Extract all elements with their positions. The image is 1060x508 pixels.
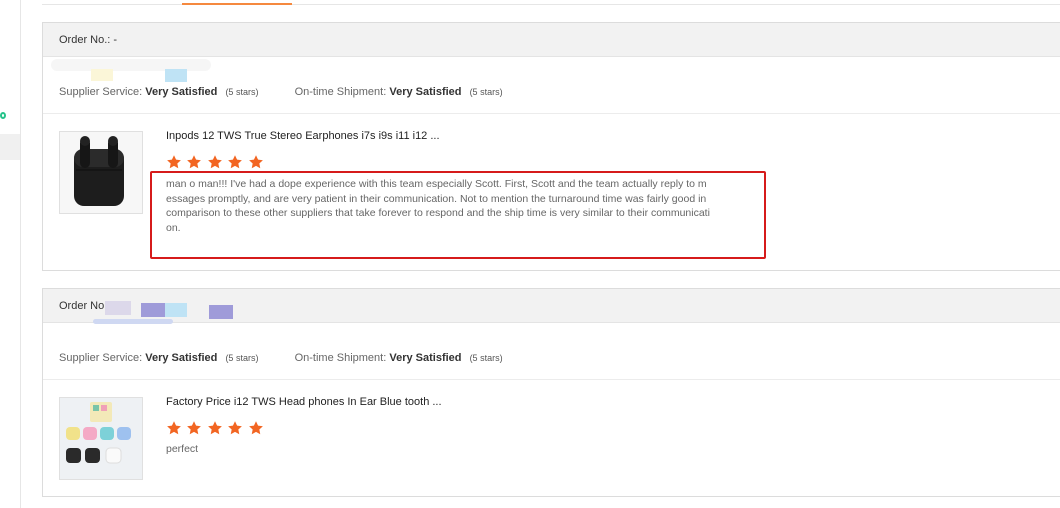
redacted-order-number — [105, 301, 131, 315]
star-icon — [166, 154, 182, 170]
supplier-service-stars: (5 stars) — [225, 353, 259, 363]
redacted-order-number — [93, 319, 173, 324]
supplier-service-label: Supplier Service: — [59, 352, 143, 364]
redacted-order-number — [165, 69, 187, 82]
product-image[interactable] — [59, 131, 143, 214]
rating-summary: Supplier Service: Very Satisfied (5 star… — [59, 352, 503, 364]
shipment-value: Very Satisfied — [389, 86, 462, 98]
black-earbuds-case-icon — [60, 132, 142, 213]
redacted-order-number — [165, 303, 187, 317]
review-text: perfect — [166, 443, 199, 455]
product-title-link[interactable]: Factory Price i12 TWS Head phones In Ear… — [166, 396, 442, 408]
star-icon — [227, 154, 243, 170]
card-divider — [43, 113, 1060, 114]
rating-summary: Supplier Service: Very Satisfied (5 star… — [59, 86, 503, 98]
product-title-link[interactable]: Inpods 12 TWS True Stereo Earphones i7s … — [166, 130, 440, 142]
shipment-label: On-time Shipment: — [294, 86, 387, 98]
order-number-label: Order No.: - — [59, 34, 118, 46]
left-sidebar — [0, 0, 21, 508]
supplier-service-value: Very Satisfied — [145, 352, 218, 364]
star-icon — [227, 420, 243, 436]
shipment-label: On-time Shipment: — [294, 352, 387, 364]
order-header: Order No.: - — [43, 23, 1060, 57]
shipment-stars: (5 stars) — [469, 353, 503, 363]
supplier-service-stars: (5 stars) — [225, 87, 259, 97]
order-header: Order No — [43, 289, 1060, 323]
supplier-service-label: Supplier Service: — [59, 86, 143, 98]
star-icon — [248, 420, 264, 436]
redacted-order-number — [209, 305, 233, 319]
star-icon — [186, 154, 202, 170]
order-number-label: Order No — [59, 300, 105, 312]
product-rating — [166, 154, 264, 170]
redacted-order-number — [51, 59, 211, 71]
active-tab-indicator[interactable] — [182, 3, 292, 5]
redacted-order-number — [91, 69, 113, 81]
order-card: Order No Supplier Service: Very Satisfie… — [42, 288, 1060, 497]
star-icon — [207, 154, 223, 170]
supplier-service-value: Very Satisfied — [145, 86, 218, 98]
star-icon — [248, 154, 264, 170]
status-dot-icon — [0, 112, 6, 119]
product-image[interactable] — [59, 397, 143, 480]
shipment-stars: (5 stars) — [469, 87, 503, 97]
star-icon — [186, 420, 202, 436]
card-divider — [43, 379, 1060, 380]
product-rating — [166, 420, 264, 436]
star-icon — [166, 420, 182, 436]
redacted-order-number — [141, 303, 165, 317]
colorful-earbuds-cases-icon — [60, 398, 142, 479]
star-icon — [207, 420, 223, 436]
review-highlight-annotation — [150, 171, 766, 259]
shipment-value: Very Satisfied — [389, 352, 462, 364]
sidebar-active-item[interactable] — [0, 134, 20, 160]
